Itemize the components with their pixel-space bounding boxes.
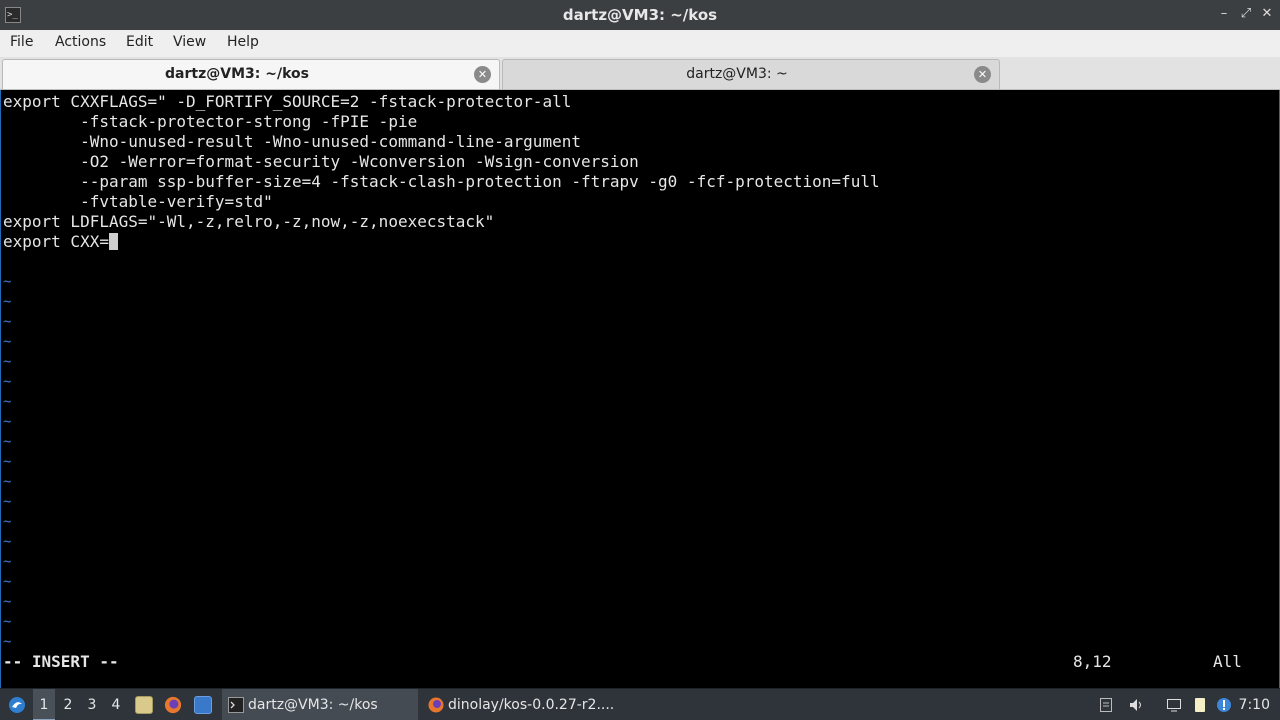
tilde-marker: ~ <box>3 534 12 550</box>
tilde-marker: ~ <box>3 474 12 490</box>
taskbar: 1 2 3 4 dartz@VM3: ~/kos dinolay/kos-0.0… <box>0 688 1280 720</box>
menu-bar: File Actions Edit View Help <box>0 30 1280 57</box>
notes-icon[interactable] <box>1192 697 1208 713</box>
tilde-marker: ~ <box>3 274 12 290</box>
tilde-marker: ~ <box>3 354 12 370</box>
tilde-marker: ~ <box>3 554 12 570</box>
tilde-marker: ~ <box>3 294 12 310</box>
editor-line: -Wno-unused-result -Wno-unused-command-l… <box>3 132 581 151</box>
volume-icon[interactable] <box>1128 697 1144 713</box>
task-firefox[interactable]: dinolay/kos-0.0.27-r2.... <box>422 689 622 720</box>
tilde-marker: ~ <box>3 374 12 390</box>
editor-line-text: export CXX= <box>3 232 109 251</box>
terminal-icon <box>228 697 244 713</box>
tilde-marker: ~ <box>3 454 12 470</box>
close-button[interactable]: ✕ <box>1258 5 1276 23</box>
scroll-indicator: All <box>1213 652 1242 671</box>
workspace-3[interactable]: 3 <box>81 689 103 720</box>
task-label: dartz@VM3: ~/kos <box>248 697 378 713</box>
workspace-4[interactable]: 4 <box>105 689 127 720</box>
menu-edit[interactable]: Edit <box>126 34 153 50</box>
workspace-2[interactable]: 2 <box>57 689 79 720</box>
editor-line: -fvtable-verify=std" <box>3 192 273 211</box>
editor-buffer[interactable]: export CXXFLAGS=" -D_FORTIFY_SOURCE=2 -f… <box>3 92 880 252</box>
start-menu-icon[interactable] <box>4 689 30 720</box>
workspace-1[interactable]: 1 <box>33 689 55 720</box>
tab-close-icon[interactable]: ✕ <box>474 66 491 83</box>
tilde-marker: ~ <box>3 334 12 350</box>
window-title: dartz@VM3: ~/kos <box>562 6 718 24</box>
text-cursor <box>108 233 118 250</box>
terminal-area[interactable]: export CXXFLAGS=" -D_FORTIFY_SOURCE=2 -f… <box>0 90 1280 688</box>
tab-bar: dartz@VM3: ~/kos ✕ dartz@VM3: ~ ✕ <box>0 57 1280 90</box>
file-manager-icon[interactable] <box>135 696 153 714</box>
editor-line: -fstack-protector-strong -fPIE -pie <box>3 112 418 131</box>
menu-help[interactable]: Help <box>227 34 259 50</box>
firefox-icon <box>428 697 444 713</box>
tab-kos[interactable]: dartz@VM3: ~/kos ✕ <box>2 59 500 89</box>
cursor-position: 8,12 <box>1073 652 1112 671</box>
clipboard-icon[interactable] <box>1098 697 1114 713</box>
tilde-marker: ~ <box>3 394 12 410</box>
tab-label: dartz@VM3: ~/kos <box>165 66 309 82</box>
tilde-marker: ~ <box>3 514 12 530</box>
tab-close-icon[interactable]: ✕ <box>974 66 991 83</box>
vim-status-line: -- INSERT -- 8,12 All <box>1 652 1277 672</box>
network-icon[interactable] <box>1166 697 1182 713</box>
tilde-marker: ~ <box>3 594 12 610</box>
window-titlebar: >_ dartz@VM3: ~/kos – ⤢ ✕ <box>0 0 1280 30</box>
menu-file[interactable]: File <box>10 34 33 50</box>
editor-line: --param ssp-buffer-size=4 -fstack-clash-… <box>3 172 880 191</box>
tilde-marker: ~ <box>3 414 12 430</box>
menu-actions[interactable]: Actions <box>55 34 106 50</box>
minimize-button[interactable]: – <box>1215 5 1233 23</box>
tilde-marker: ~ <box>3 614 12 630</box>
tilde-marker: ~ <box>3 634 12 650</box>
show-desktop-icon[interactable] <box>194 696 212 714</box>
empty-line-markers: ~ ~ ~ ~ ~ ~ ~ ~ ~ ~ ~ ~ ~ ~ ~ ~ ~ ~ ~ <box>3 272 11 652</box>
tilde-marker: ~ <box>3 314 12 330</box>
tilde-marker: ~ <box>3 434 12 450</box>
clock[interactable]: 7:10 <box>1239 689 1270 720</box>
tab-home[interactable]: dartz@VM3: ~ ✕ <box>502 59 1000 89</box>
menu-view[interactable]: View <box>173 34 206 50</box>
tilde-marker: ~ <box>3 494 12 510</box>
task-terminal[interactable]: dartz@VM3: ~/kos <box>222 689 418 720</box>
tilde-marker: ~ <box>3 574 12 590</box>
firefox-launcher-icon[interactable] <box>164 696 182 714</box>
editor-line-current: export CXX= <box>3 232 880 252</box>
task-label: dinolay/kos-0.0.27-r2.... <box>448 697 615 713</box>
maximize-button[interactable]: ⤢ <box>1237 5 1255 23</box>
editor-line: -O2 -Werror=format-security -Wconversion… <box>3 152 639 171</box>
updates-icon[interactable] <box>1216 697 1232 713</box>
editor-mode-indicator: -- INSERT -- <box>3 652 119 671</box>
editor-line: export LDFLAGS="-Wl,-z,relro,-z,now,-z,n… <box>3 212 495 231</box>
tab-label: dartz@VM3: ~ <box>686 66 788 82</box>
editor-line: export CXXFLAGS=" -D_FORTIFY_SOURCE=2 -f… <box>3 92 572 111</box>
